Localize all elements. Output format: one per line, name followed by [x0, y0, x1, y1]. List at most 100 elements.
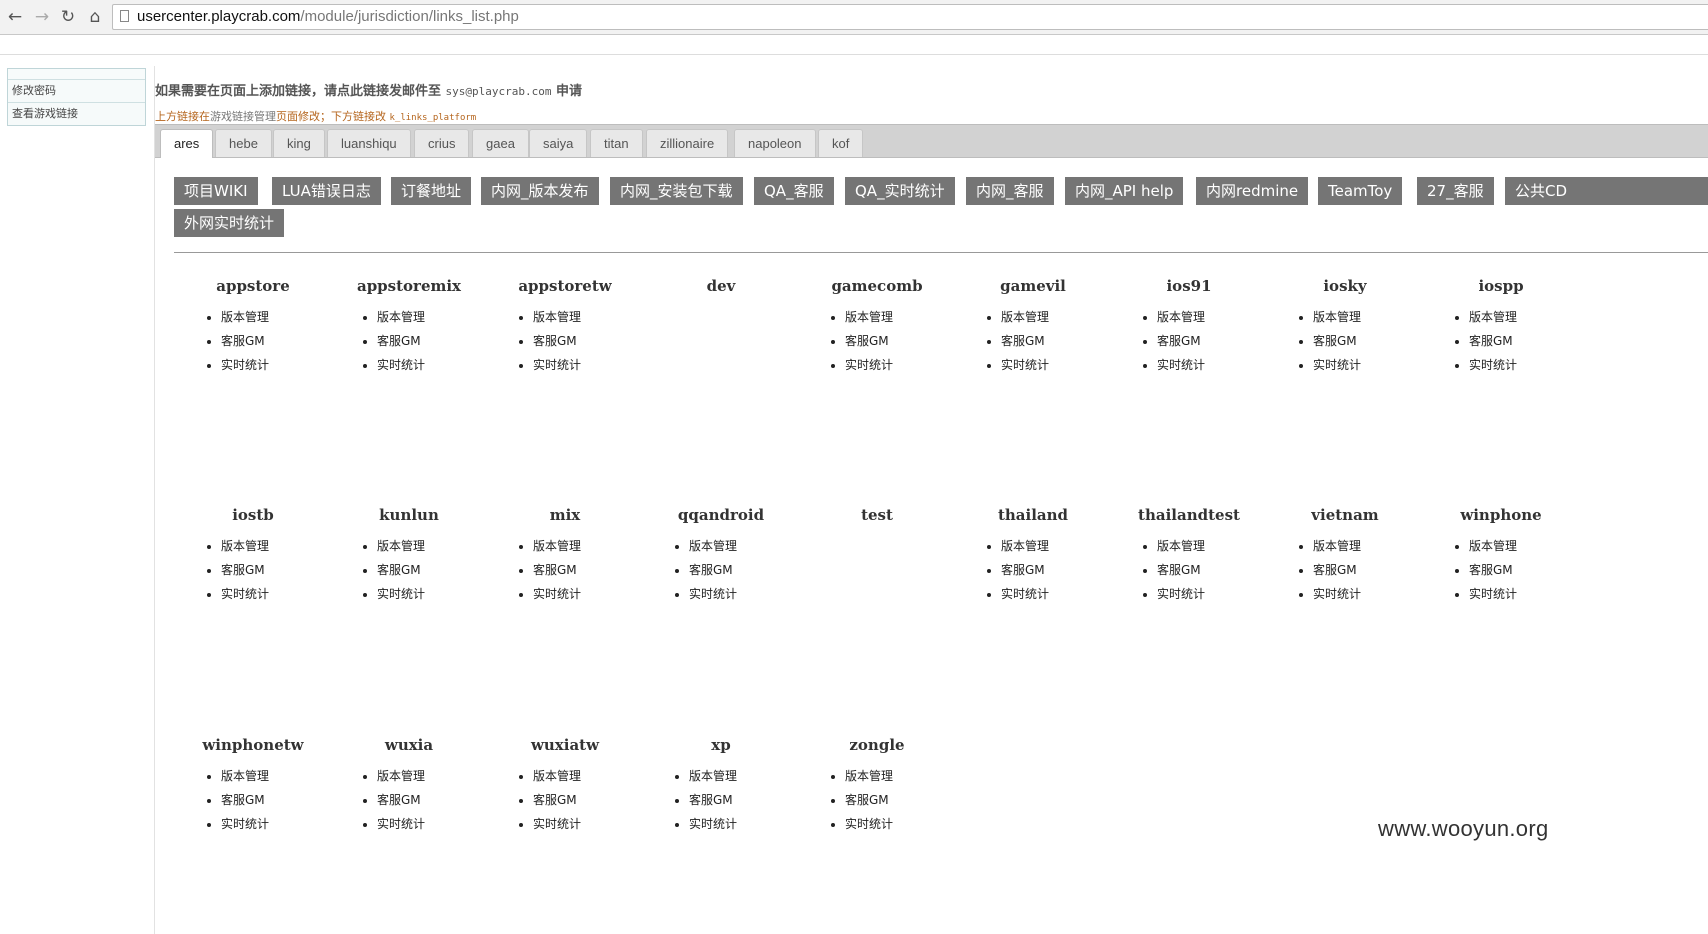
platform-link[interactable]: 版本管理 [1469, 305, 1579, 329]
platform-link[interactable]: 实时统计 [221, 582, 331, 606]
link-button-intranet-service[interactable]: 内网_客服 [966, 177, 1054, 205]
platform-link[interactable]: 客服GM [1469, 558, 1579, 582]
platform-link[interactable]: 实时统计 [1469, 353, 1579, 377]
hint-link-management[interactable]: 游戏链接管理 [210, 110, 276, 123]
tab-gaea[interactable]: gaea [472, 129, 529, 157]
platform-link[interactable]: 实时统计 [1157, 582, 1267, 606]
platform-link[interactable]: 版本管理 [377, 305, 487, 329]
platform-link[interactable]: 实时统计 [533, 812, 643, 836]
platform-link[interactable]: 客服GM [1469, 329, 1579, 353]
tab-ares[interactable]: ares [160, 129, 214, 158]
platform-link[interactable]: 版本管理 [1157, 534, 1267, 558]
platform-link[interactable]: 客服GM [1001, 329, 1111, 353]
platform-link[interactable]: 客服GM [1313, 329, 1423, 353]
platform-link[interactable]: 客服GM [377, 558, 487, 582]
platform-link[interactable]: 实时统计 [845, 812, 955, 836]
platform-link[interactable]: 版本管理 [377, 764, 487, 788]
sidebar-item-game-links[interactable]: 查看游戏链接 [8, 103, 145, 125]
link-button-wiki[interactable]: 项目WIKI [174, 177, 258, 205]
platform-link[interactable]: 客服GM [845, 329, 955, 353]
platform-link-list: 版本管理客服GM实时统计 [331, 534, 487, 606]
link-button-intranet-release[interactable]: 内网_版本发布 [481, 177, 599, 205]
platform-link[interactable]: 客服GM [689, 788, 799, 812]
platform-link[interactable]: 实时统计 [845, 353, 955, 377]
platform-link[interactable]: 客服GM [377, 329, 487, 353]
tab-napoleon[interactable]: napoleon [734, 129, 816, 157]
platform-link[interactable]: 客服GM [1157, 558, 1267, 582]
platform-winphonetw: winphonetw 版本管理客服GM实时统计 [175, 734, 331, 836]
address-bar[interactable]: usercenter.playcrab.com/module/jurisdict… [112, 4, 1708, 30]
platform-link[interactable]: 实时统计 [221, 353, 331, 377]
back-arrow-icon[interactable]: ← [5, 7, 25, 27]
platform-link[interactable]: 版本管理 [689, 764, 799, 788]
link-button-order-food[interactable]: 订餐地址 [391, 177, 472, 205]
platform-link[interactable]: 实时统计 [377, 812, 487, 836]
platform-link[interactable]: 实时统计 [221, 812, 331, 836]
platform-link[interactable]: 版本管理 [1313, 305, 1423, 329]
platform-link[interactable]: 客服GM [1313, 558, 1423, 582]
link-button-teamtoy[interactable]: TeamToy [1318, 177, 1403, 205]
link-button-intranet-api[interactable]: 内网_API help [1065, 177, 1184, 205]
platform-link[interactable]: 版本管理 [845, 764, 955, 788]
link-button-qa-stats[interactable]: QA_实时统计 [845, 177, 955, 205]
link-button-lua-log[interactable]: LUA错误日志 [272, 177, 381, 205]
sidebar-item-change-password[interactable]: 修改密码 [8, 80, 145, 103]
platform-link[interactable]: 版本管理 [533, 534, 643, 558]
platform-link[interactable]: 客服GM [1001, 558, 1111, 582]
platform-link[interactable]: 版本管理 [845, 305, 955, 329]
platform-link[interactable]: 客服GM [377, 788, 487, 812]
link-button-public-cdn[interactable]: 公共CD [1505, 177, 1708, 205]
platform-link[interactable]: 实时统计 [1313, 582, 1423, 606]
platform-link[interactable]: 实时统计 [1469, 582, 1579, 606]
tab-hebe[interactable]: hebe [215, 129, 272, 157]
platform-link[interactable]: 客服GM [221, 329, 331, 353]
forward-arrow-icon[interactable]: → [32, 7, 52, 27]
tab-zillionaire[interactable]: zillionaire [646, 129, 729, 157]
tab-titan[interactable]: titan [590, 129, 643, 157]
platform-link[interactable]: 客服GM [221, 788, 331, 812]
platform-link[interactable]: 版本管理 [1469, 534, 1579, 558]
platform-link[interactable]: 客服GM [533, 329, 643, 353]
platform-link[interactable]: 实时统计 [689, 812, 799, 836]
home-icon[interactable]: ⌂ [85, 7, 105, 27]
browser-toolbar: ← → ↻ ⌂ usercenter.playcrab.com/module/j… [0, 0, 1708, 35]
platform-link[interactable]: 客服GM [533, 558, 643, 582]
platform-link[interactable]: 实时统计 [377, 582, 487, 606]
reload-icon[interactable]: ↻ [58, 7, 78, 27]
platform-link[interactable]: 实时统计 [1001, 582, 1111, 606]
platform-link[interactable]: 版本管理 [533, 305, 643, 329]
platform-link[interactable]: 版本管理 [221, 534, 331, 558]
link-button-27-service[interactable]: 27_客服 [1417, 177, 1494, 205]
platform-link[interactable]: 版本管理 [1313, 534, 1423, 558]
platform-link[interactable]: 客服GM [533, 788, 643, 812]
tab-luanshiqu[interactable]: luanshiqu [327, 129, 411, 157]
platform-link[interactable]: 实时统计 [1157, 353, 1267, 377]
link-button-qa-service[interactable]: QA_客服 [754, 177, 834, 205]
link-button-intranet-download[interactable]: 内网_安装包下载 [610, 177, 743, 205]
platform-link[interactable]: 实时统计 [377, 353, 487, 377]
platform-link[interactable]: 实时统计 [689, 582, 799, 606]
platform-link[interactable]: 版本管理 [221, 764, 331, 788]
platform-link[interactable]: 版本管理 [221, 305, 331, 329]
platform-link[interactable]: 实时统计 [533, 582, 643, 606]
platform-link[interactable]: 版本管理 [1157, 305, 1267, 329]
platform-link[interactable]: 版本管理 [689, 534, 799, 558]
platform-link[interactable]: 客服GM [221, 558, 331, 582]
link-button-intranet-redmine[interactable]: 内网redmine [1196, 177, 1309, 205]
platform-link[interactable]: 版本管理 [533, 764, 643, 788]
platform-link[interactable]: 版本管理 [1001, 534, 1111, 558]
platform-link[interactable]: 实时统计 [533, 353, 643, 377]
tab-kof[interactable]: kof [818, 129, 864, 157]
platform-link[interactable]: 版本管理 [1001, 305, 1111, 329]
platform-link[interactable]: 客服GM [1157, 329, 1267, 353]
link-button-extranet-stats[interactable]: 外网实时统计 [174, 209, 285, 237]
tab-saiya[interactable]: saiya [529, 129, 588, 157]
platform-link[interactable]: 版本管理 [377, 534, 487, 558]
platform-link[interactable]: 实时统计 [1001, 353, 1111, 377]
tab-king[interactable]: king [273, 129, 325, 157]
platform-link[interactable]: 实时统计 [1313, 353, 1423, 377]
notice-email[interactable]: sys@playcrab.com [446, 85, 552, 98]
tab-crius[interactable]: crius [414, 129, 470, 157]
platform-link[interactable]: 客服GM [689, 558, 799, 582]
platform-link[interactable]: 客服GM [845, 788, 955, 812]
